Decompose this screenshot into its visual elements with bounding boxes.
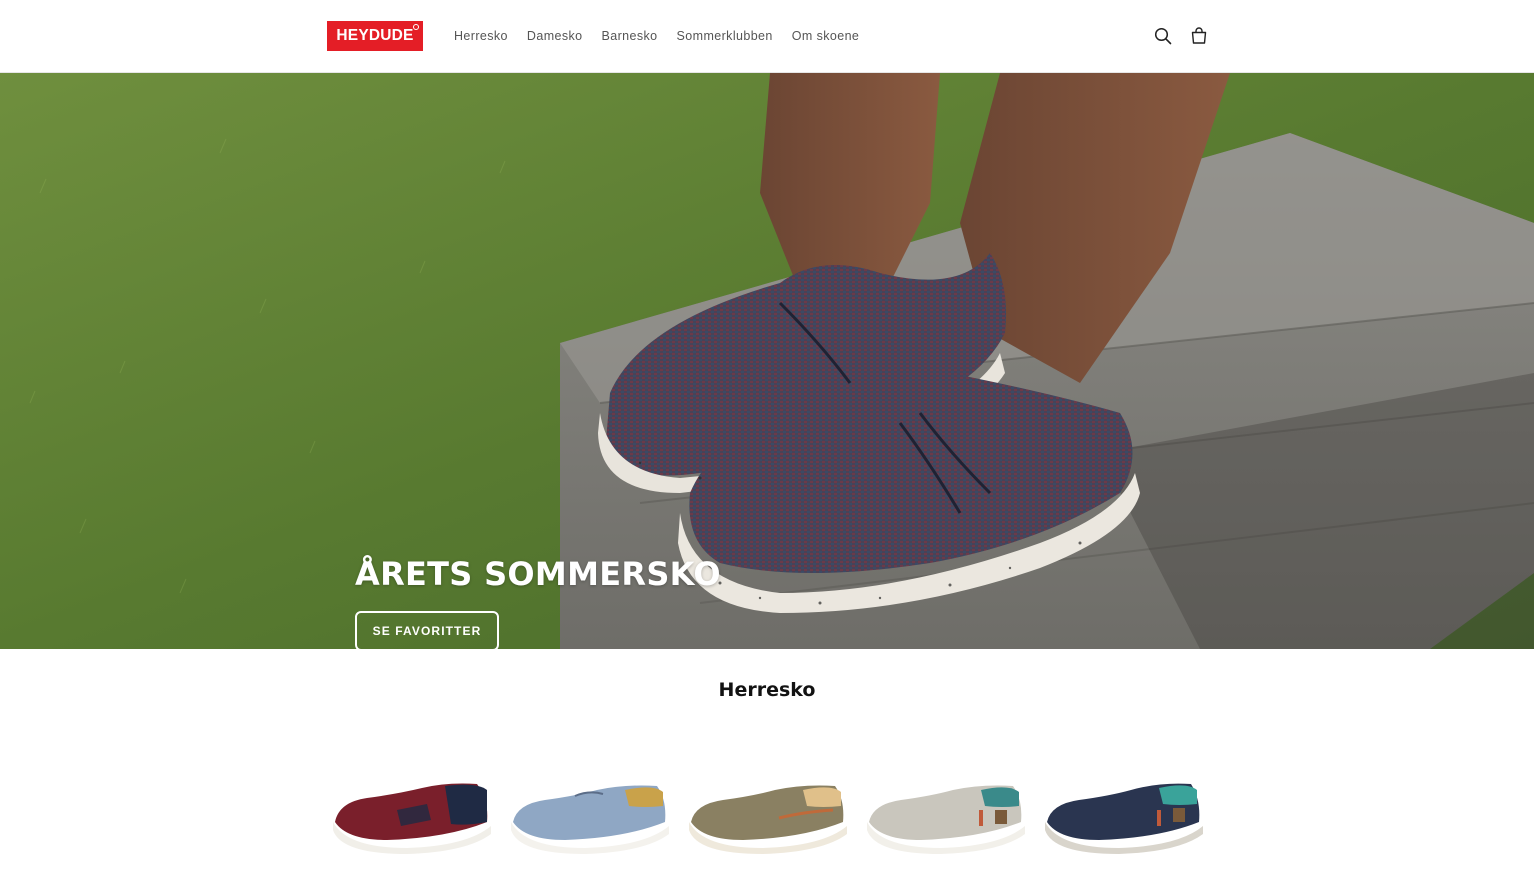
hero-banner: ÅRETS SOMMERSKO SE FAVORITTER — [0, 73, 1534, 649]
see-favorites-button[interactable]: SE FAVORITTER — [355, 611, 499, 649]
product-card[interactable] — [505, 760, 671, 860]
product-image — [333, 783, 491, 854]
brand-logo[interactable]: HEYDUDE — [327, 21, 423, 51]
product-image — [867, 785, 1025, 854]
site-header: HEYDUDE Herresko Damesko Barnesko Sommer… — [0, 0, 1534, 73]
product-image — [511, 785, 669, 854]
section-title: Herresko — [718, 679, 816, 701]
nav-item-om-skoene[interactable]: Om skoene — [792, 27, 860, 45]
cart-icon — [1191, 27, 1207, 44]
hero-title: ÅRETS SOMMERSKO — [355, 555, 721, 593]
product-card[interactable] — [683, 760, 849, 860]
nav-item-damesko[interactable]: Damesko — [527, 27, 583, 45]
hero-image — [0, 73, 1534, 649]
cart-button[interactable] — [1187, 24, 1211, 48]
search-button[interactable] — [1151, 24, 1175, 48]
main-navigation: Herresko Damesko Barnesko Sommerklubben … — [454, 27, 859, 45]
product-image — [689, 785, 847, 854]
product-card[interactable] — [861, 760, 1027, 860]
nav-item-barnesko[interactable]: Barnesko — [602, 27, 658, 45]
registered-mark-icon — [413, 24, 419, 30]
brand-logo-text: HEYDUDE — [336, 27, 414, 44]
product-grid — [327, 760, 1207, 869]
search-icon — [1154, 27, 1172, 45]
product-image — [1045, 783, 1203, 854]
nav-item-sommerklubben[interactable]: Sommerklubben — [677, 27, 773, 45]
product-card[interactable] — [327, 760, 493, 860]
nav-item-herresko[interactable]: Herresko — [454, 27, 508, 45]
product-card[interactable] — [1039, 760, 1205, 860]
